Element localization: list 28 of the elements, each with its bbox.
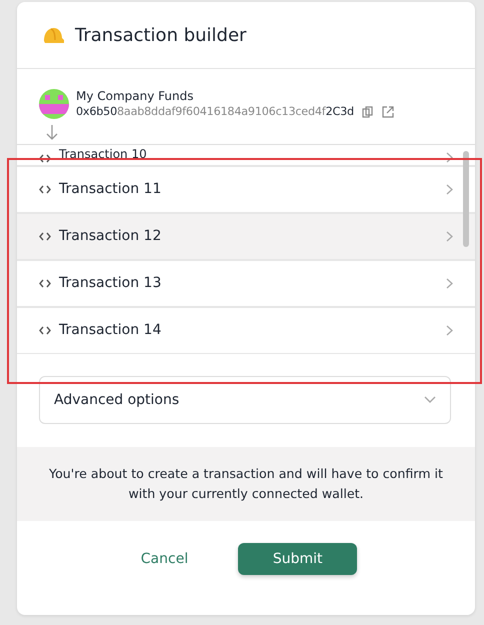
- chevron-right-icon: [446, 152, 453, 163]
- transaction-item[interactable]: Transaction 12: [17, 214, 475, 261]
- transaction-item[interactable]: Transaction 13: [17, 261, 475, 308]
- code-icon: [39, 279, 51, 288]
- transaction-item[interactable]: Transaction 11: [17, 167, 475, 214]
- transaction-item[interactable]: Transaction 14: [17, 308, 475, 354]
- code-icon: [39, 154, 51, 163]
- advanced-options-dropdown[interactable]: Advanced options: [39, 376, 451, 424]
- chevron-right-icon: [446, 325, 453, 336]
- scrollbar[interactable]: [463, 151, 469, 247]
- chevron-right-icon: [446, 184, 453, 195]
- safe-avatar-icon: [39, 89, 69, 119]
- code-icon: [39, 326, 51, 335]
- hard-hat-icon: [41, 25, 65, 45]
- submit-button[interactable]: Submit: [238, 543, 358, 575]
- chevron-right-icon: [446, 278, 453, 289]
- chevron-right-icon: [446, 231, 453, 242]
- notice-text: You're about to create a transaction and will have to confirm it with your currently connected wallet.: [49, 466, 443, 501]
- dialog-title: Transaction builder: [75, 24, 246, 48]
- safe-name: My Company Funds: [76, 89, 194, 104]
- copy-icon[interactable]: [362, 106, 374, 118]
- transaction-item[interactable]: Transaction 10: [17, 145, 475, 167]
- external-link-icon[interactable]: [382, 106, 394, 118]
- code-icon: [39, 232, 51, 241]
- down-arrow-icon: [46, 124, 58, 140]
- code-icon: [39, 185, 51, 194]
- cancel-button[interactable]: Cancel: [134, 548, 194, 570]
- safe-address: 0x6b508aab8ddaf9f60416184a9106c13ced4f2C3d: [76, 104, 354, 120]
